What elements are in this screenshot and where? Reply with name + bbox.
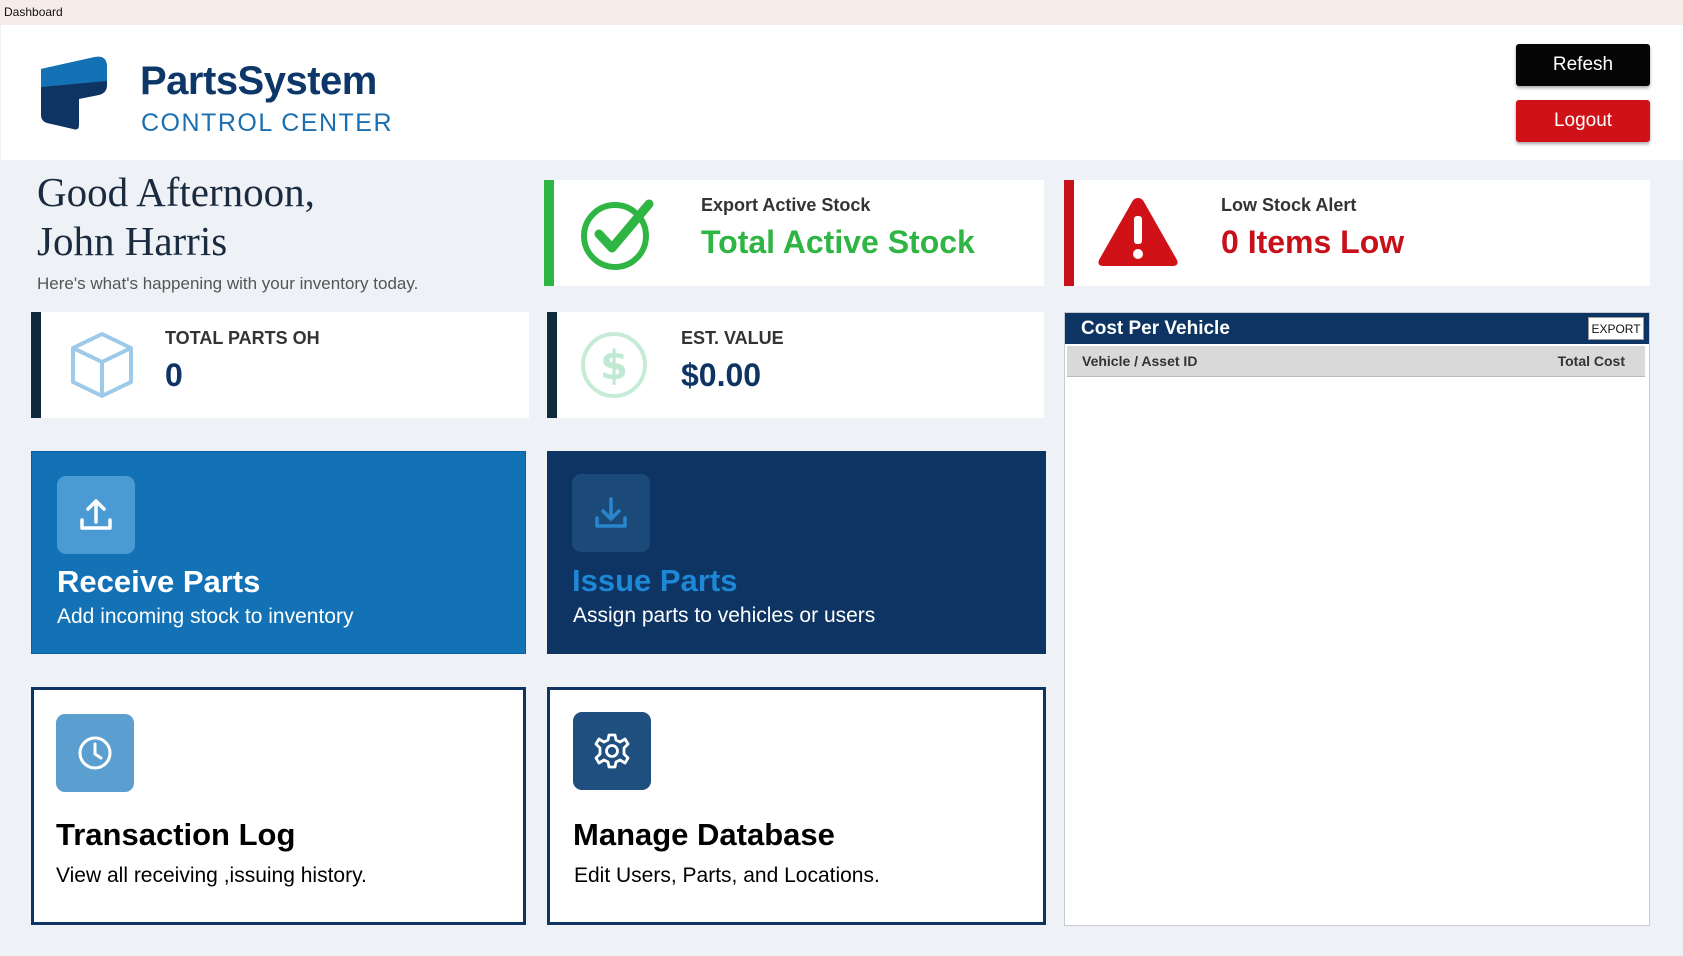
issue-parts-tile[interactable]: Issue Parts Assign parts to vehicles or … (547, 451, 1046, 654)
total-parts-value: 0 (165, 357, 183, 393)
user-name: John Harris (37, 218, 228, 264)
panel-header: Cost Per Vehicle EXPORT (1065, 313, 1649, 344)
box-icon (69, 330, 135, 405)
export-button[interactable]: EXPORT (1588, 317, 1644, 340)
transaction-log-tile[interactable]: Transaction Log View all receiving ,issu… (31, 687, 526, 925)
low-stock-label: Low Stock Alert (1221, 195, 1357, 215)
app-header: PartsSystem CONTROL CENTER (1, 25, 1683, 160)
receive-parts-tile[interactable]: Receive Parts Add incoming stock to inve… (31, 451, 526, 654)
card-accent-stripe (31, 312, 41, 418)
cost-per-vehicle-panel: Cost Per Vehicle EXPORT Vehicle / Asset … (1064, 312, 1650, 926)
est-value-label: EST. VALUE (681, 328, 784, 348)
manage-database-title: Manage Database (573, 817, 835, 852)
transaction-log-title: Transaction Log (56, 817, 296, 852)
card-accent-stripe (1064, 180, 1074, 286)
est-value-value: $0.00 (681, 357, 762, 393)
warning-triangle-icon (1096, 194, 1180, 275)
brand-name: PartsSystem (140, 59, 377, 103)
cost-table-body[interactable] (1067, 378, 1645, 918)
est-value-card: $ EST. VALUE $0.00 (547, 312, 1044, 418)
brand-subtitle: CONTROL CENTER (141, 109, 394, 137)
panel-title: Cost Per Vehicle (1081, 318, 1230, 339)
low-stock-value: 0 Items Low (1221, 224, 1405, 260)
greeting-subtitle: Here's what's happening with your invent… (37, 274, 419, 293)
receive-parts-desc: Add incoming stock to inventory (57, 605, 354, 628)
refresh-button[interactable]: Refesh (1516, 44, 1650, 86)
svg-text:$: $ (600, 343, 628, 389)
upload-icon (57, 476, 135, 554)
column-header-total-cost[interactable]: Total Cost (1558, 353, 1625, 369)
active-stock-label: Export Active Stock (701, 195, 871, 215)
active-stock-value: Total Active Stock (701, 224, 975, 260)
window-title: Dashboard (4, 5, 63, 19)
check-circle-icon (579, 196, 655, 277)
download-icon (572, 474, 650, 552)
greeting-line: Good Afternoon, (37, 169, 315, 215)
issue-parts-title: Issue Parts (572, 563, 738, 598)
logout-button[interactable]: Logout (1516, 100, 1650, 142)
parts-system-logo-icon (39, 55, 111, 136)
transaction-log-desc: View all receiving ,issuing history. (56, 864, 367, 887)
low-stock-card[interactable]: Low Stock Alert 0 Items Low (1064, 180, 1650, 286)
column-header-vehicle[interactable]: Vehicle / Asset ID (1082, 353, 1197, 369)
window-titlebar: Dashboard (0, 0, 1683, 25)
card-accent-stripe (547, 312, 557, 418)
manage-database-tile[interactable]: Manage Database Edit Users, Parts, and L… (547, 687, 1046, 925)
gear-icon (573, 712, 651, 790)
issue-parts-desc: Assign parts to vehicles or users (573, 604, 876, 627)
card-accent-stripe (544, 180, 554, 286)
total-parts-card: TOTAL PARTS OH 0 (31, 312, 529, 418)
clock-icon (56, 714, 134, 792)
dollar-circle-icon: $ (580, 331, 648, 404)
active-stock-card[interactable]: Export Active Stock Total Active Stock (544, 180, 1044, 286)
total-parts-label: TOTAL PARTS OH (165, 328, 320, 348)
greeting: Good Afternoon, John Harris (37, 168, 315, 266)
manage-database-desc: Edit Users, Parts, and Locations. (574, 864, 880, 887)
table-header: Vehicle / Asset ID Total Cost (1067, 346, 1645, 377)
receive-parts-title: Receive Parts (57, 564, 261, 599)
